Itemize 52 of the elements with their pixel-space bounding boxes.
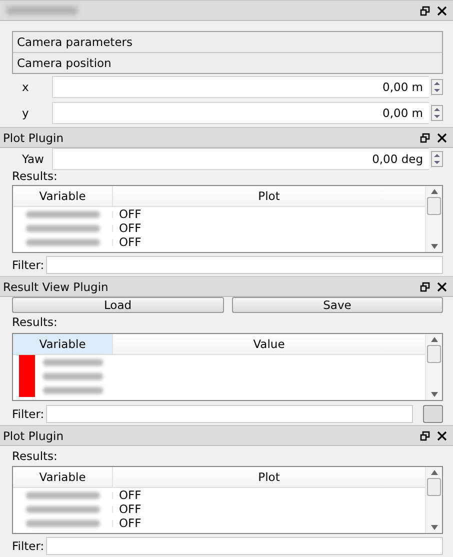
blurred-variable-name [43, 386, 103, 394]
panel-title: Result View Plugin [3, 280, 110, 294]
load-button[interactable]: Load [12, 297, 224, 313]
filter-label: Filter: [12, 407, 46, 421]
clear-button[interactable] [423, 405, 443, 423]
blurred-variable-name [43, 372, 103, 380]
spin-field[interactable]: 0,00 deg [52, 148, 429, 170]
panel-title: Plot Plugin [3, 428, 65, 442]
float-window-icon[interactable] [420, 132, 430, 142]
section-header[interactable]: Camera parameters [13, 32, 442, 53]
close-icon[interactable] [437, 282, 447, 292]
field-label: Yaw [21, 152, 45, 166]
spin-field[interactable]: 0,00 m [52, 76, 429, 98]
plot-state-cell-text: OFF [118, 516, 142, 530]
save-button[interactable]: Save [232, 297, 443, 313]
spin-arrows-icon[interactable] [431, 105, 443, 121]
float-window-icon[interactable] [420, 6, 430, 16]
plot-state-cell-text: OFF [118, 235, 142, 249]
plot-state-cell-text: OFF [118, 207, 142, 221]
scroll-bar[interactable] [425, 186, 442, 252]
results-label: Results: [11, 448, 58, 464]
float-window-icon[interactable] [420, 282, 430, 292]
scroll-bar[interactable] [425, 334, 442, 400]
column-header[interactable]: Variable [13, 467, 113, 487]
section-header[interactable]: Camera position [13, 53, 442, 73]
column-header[interactable]: Plot [113, 467, 425, 487]
close-icon[interactable] [437, 6, 447, 16]
column-header[interactable]: Value [113, 334, 425, 354]
blurred-title [6, 6, 78, 15]
filter-label: Filter: [12, 258, 46, 272]
spin-arrows-icon[interactable] [431, 150, 443, 166]
scroll-bar[interactable] [425, 467, 442, 533]
column-header[interactable]: Variable [13, 186, 113, 206]
column-header[interactable]: Plot [113, 186, 425, 206]
close-icon[interactable] [437, 132, 447, 142]
field-label: x [21, 80, 30, 94]
spin-arrows-icon[interactable] [431, 79, 443, 95]
panel-title: Plot Plugin [3, 130, 65, 144]
filter-field[interactable] [46, 537, 443, 555]
blurred-variable-name [43, 358, 103, 366]
plot-state-cell-text: OFF [118, 488, 142, 502]
filter-label: Filter: [12, 539, 46, 553]
float-window-icon[interactable] [420, 430, 430, 440]
spin-field[interactable]: 0,00 m [52, 102, 429, 124]
column-header[interactable]: Variable [13, 334, 113, 354]
plot-state-cell-text: OFF [118, 502, 142, 516]
close-icon[interactable] [437, 430, 447, 440]
field-label: y [21, 106, 30, 120]
results-label: Results: [11, 315, 58, 329]
results-label: Results: [11, 169, 58, 183]
filter-field[interactable] [46, 256, 443, 274]
plot-state-cell-text: OFF [118, 221, 142, 235]
